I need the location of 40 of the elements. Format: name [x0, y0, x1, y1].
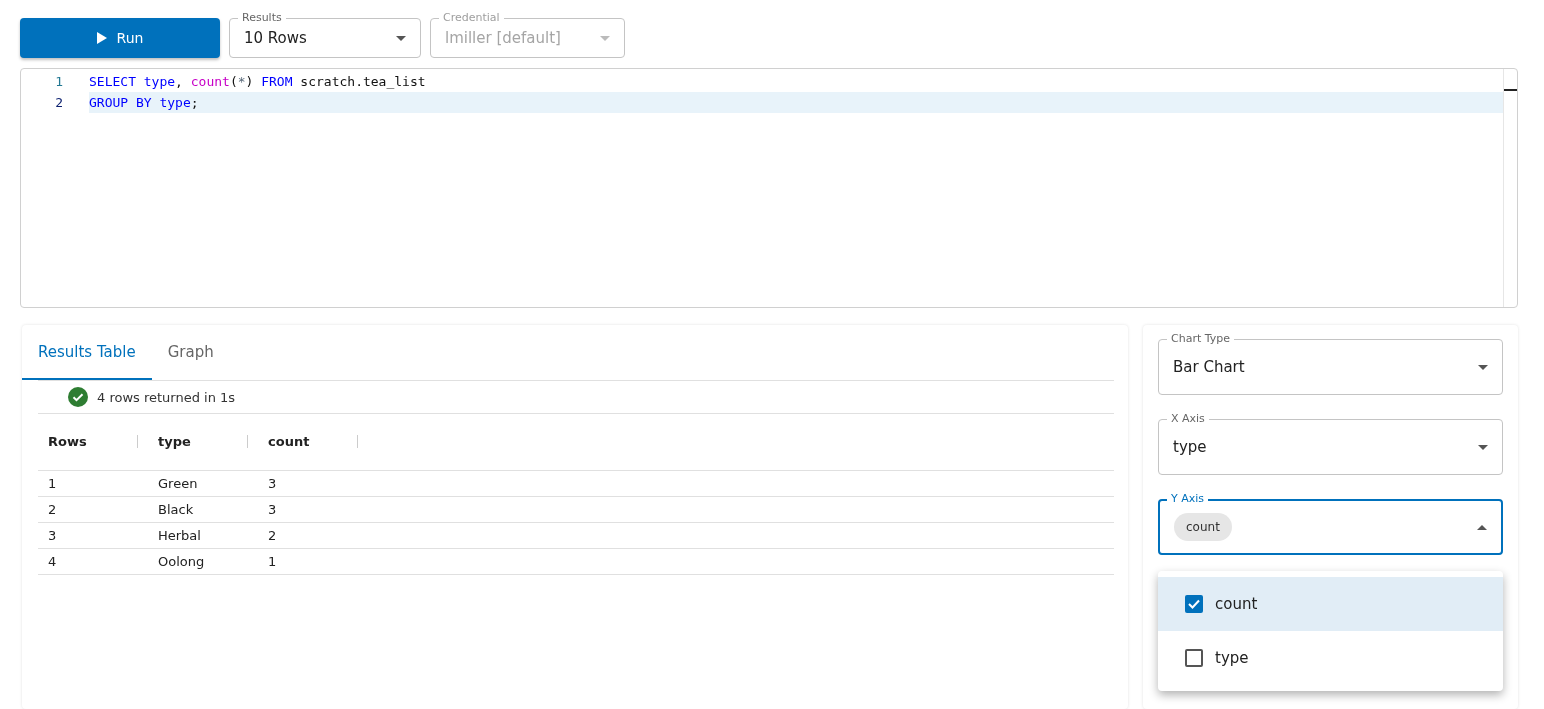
column-header: count — [268, 435, 358, 449]
table-cell: 2 — [38, 496, 148, 522]
table-cell: Herbal — [148, 522, 258, 548]
table-cell: 2 — [258, 522, 368, 548]
caret-icon — [1478, 364, 1488, 370]
select-value: type — [1173, 438, 1207, 456]
checkbox[interactable] — [1185, 595, 1203, 613]
caret-icon — [396, 35, 406, 41]
code-line: SELECT type, count(*) FROM scratch.tea_list — [89, 73, 427, 91]
tab[interactable]: Graph — [151, 325, 230, 380]
select-value: 10 Rows — [244, 29, 307, 47]
play-icon — [96, 32, 107, 44]
line-number: 1 — [54, 74, 63, 89]
chip[interactable]: count — [1174, 513, 1232, 541]
caret-icon — [1477, 524, 1487, 530]
menu-option[interactable]: count — [1158, 577, 1503, 631]
menu-option[interactable]: type — [1158, 631, 1503, 685]
code-editor[interactable]: 1 SELECT type, count(*) FROM scratch.tea_list 2 GROUP BY type; — [20, 68, 1518, 308]
checkbox[interactable] — [1185, 649, 1203, 667]
select-value: Bar Chart — [1173, 358, 1245, 376]
table-cell: Black — [148, 496, 258, 522]
table-cell: Oolong — [148, 548, 258, 574]
caret-icon — [1478, 444, 1488, 450]
field-label: Chart Type — [1167, 332, 1234, 346]
tab[interactable]: Results Table — [22, 325, 152, 380]
check-circle-icon — [68, 387, 88, 407]
table-cell: Green — [148, 470, 258, 496]
column-header: Rows — [48, 435, 138, 449]
caret-icon — [600, 35, 610, 41]
table-cell: 1 — [258, 548, 368, 574]
column-header: type — [158, 435, 248, 449]
line-number: 2 — [54, 95, 63, 110]
table-cell: 3 — [258, 496, 368, 522]
run-button[interactable]: Run — [20, 18, 220, 58]
table-cell: 3 — [258, 470, 368, 496]
status-message: 4 rows returned in 1s — [97, 389, 236, 405]
scroll-marker — [1504, 89, 1517, 91]
table-cell: 1 — [38, 470, 148, 496]
table-cell: 3 — [38, 522, 148, 548]
table-cell: 4 — [38, 548, 148, 574]
